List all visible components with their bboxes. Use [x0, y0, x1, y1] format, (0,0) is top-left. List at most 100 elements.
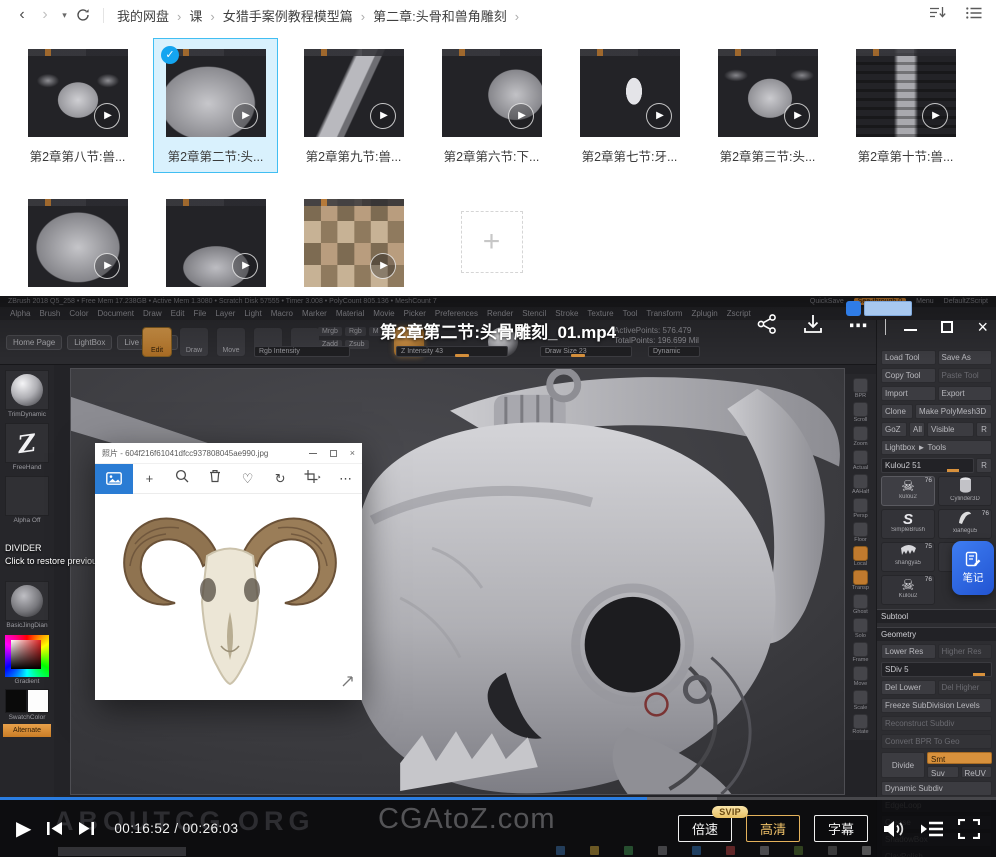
file-tile[interactable]: ▶ 第2章第九节:兽...: [291, 38, 416, 173]
tool-r-button[interactable]: R: [976, 458, 992, 473]
shelf-button[interactable]: Actual: [848, 450, 874, 471]
shelf-button[interactable]: Frame: [848, 642, 874, 663]
reuv-button[interactable]: ReUV: [961, 766, 993, 778]
file-name[interactable]: 第2章第二节:头...: [166, 146, 265, 165]
file-name[interactable]: 第2章第八节:兽...: [28, 146, 127, 165]
volume-icon[interactable]: [882, 819, 906, 839]
rotate-icon[interactable]: ↻: [264, 464, 297, 494]
video-thumbnail[interactable]: ▶: [166, 49, 266, 137]
maximize-icon[interactable]: [941, 321, 953, 333]
file-tile[interactable]: ▶ 第2章第三节:头...: [705, 38, 830, 173]
palette-button[interactable]: Dynamic Subdiv: [881, 781, 992, 796]
shelf-button[interactable]: Floor: [848, 522, 874, 543]
tool-item[interactable]: 75shangya5: [881, 542, 935, 572]
photo-collage-thumbnail[interactable]: ▶: [304, 199, 404, 287]
close-icon[interactable]: ×: [977, 320, 988, 334]
tool-item[interactable]: 76☠Kulou2: [881, 575, 935, 605]
file-tile-selected[interactable]: ✓ ▶ 第2章第二节:头...: [153, 38, 278, 173]
material-slot[interactable]: [5, 581, 49, 621]
shelf-button[interactable]: Rotate: [848, 714, 874, 735]
zoom-icon[interactable]: [166, 464, 199, 494]
previous-button[interactable]: [46, 821, 63, 836]
favorite-icon[interactable]: ♡: [231, 464, 264, 494]
import-button[interactable]: Import: [881, 386, 936, 401]
goz-button[interactable]: GoZ: [881, 422, 907, 437]
breadcrumb-item[interactable]: 课: [189, 6, 222, 25]
alternate-button[interactable]: Alternate: [3, 724, 51, 737]
file-tile[interactable]: ▶ 第2章第七节:牙...: [567, 38, 692, 173]
image-view-icon[interactable]: [95, 464, 133, 494]
maximize-icon[interactable]: [330, 450, 337, 457]
share-icon[interactable]: [756, 313, 778, 340]
export-button[interactable]: Export: [938, 386, 993, 401]
tool-item[interactable]: 76xiahegu5: [938, 509, 992, 539]
reconstruct-subdiv-button[interactable]: Reconstruct Subdiv: [881, 716, 992, 731]
shelf-button[interactable]: Zoom: [848, 426, 874, 447]
lightbox-tools-button[interactable]: Lightbox ► Tools: [881, 440, 992, 455]
file-tile[interactable]: ▶ 第2章第六节:下...: [429, 38, 554, 173]
brush-slot[interactable]: [5, 370, 49, 410]
selected-check-icon[interactable]: ✓: [161, 46, 179, 64]
subtitle-button[interactable]: 字幕: [814, 815, 868, 842]
file-tile[interactable]: ▶ 第2章第八节:兽...: [15, 38, 140, 173]
file-name[interactable]: 第2章第三节:头...: [718, 146, 817, 165]
video-thumbnail[interactable]: ▶: [28, 199, 128, 287]
video-thumbnail[interactable]: ▶: [442, 49, 542, 137]
shelf-button[interactable]: Local: [848, 546, 874, 567]
higher-res-button[interactable]: Higher Res: [938, 644, 993, 659]
convert-bpr-button[interactable]: Convert BPR To Geo: [881, 734, 992, 749]
geometry-section-header[interactable]: Geometry: [877, 627, 996, 641]
add-icon[interactable]: +: [133, 464, 166, 494]
shelf-button[interactable]: Ghost: [848, 594, 874, 615]
floating-widget[interactable]: [846, 301, 912, 316]
goz-visible-button[interactable]: Visible: [927, 422, 974, 437]
smt-toggle[interactable]: Smt: [927, 752, 992, 764]
color-swatches[interactable]: [5, 689, 49, 713]
more-icon[interactable]: ⋯: [329, 464, 362, 494]
expand-icon[interactable]: [342, 674, 353, 692]
file-name[interactable]: 第2章第九节:兽...: [304, 146, 403, 165]
delete-icon[interactable]: [198, 464, 231, 494]
shelf-button[interactable]: Move: [848, 666, 874, 687]
photo-viewer-titlebar[interactable]: 照片 - 604f216f61041dfcc937808045ae990.jpg…: [95, 443, 362, 464]
sort-icon[interactable]: [929, 5, 946, 25]
suv-toggle[interactable]: Suv: [927, 766, 959, 778]
video-thumbnail[interactable]: ▶: [580, 49, 680, 137]
clone-button[interactable]: Clone: [881, 404, 913, 419]
play-button[interactable]: ▶: [16, 819, 31, 839]
shelf-button[interactable]: Scroll: [848, 402, 874, 423]
subtool-section-header[interactable]: Subtool: [877, 609, 996, 623]
quality-button[interactable]: 高清: [746, 815, 800, 842]
shelf-button[interactable]: AAHalf: [848, 474, 874, 495]
alpha-slot[interactable]: [5, 476, 49, 516]
crop-icon[interactable]: [297, 464, 330, 494]
file-name[interactable]: 第2章第六节:下...: [442, 146, 541, 165]
video-thumbnail[interactable]: ▶: [304, 49, 404, 137]
file-name[interactable]: 第2章第七节:牙...: [580, 146, 679, 165]
history-dropdown-icon[interactable]: ▾: [60, 1, 69, 29]
tool-item[interactable]: Cylinder3D: [938, 476, 992, 506]
shelf-button[interactable]: BPR: [848, 378, 874, 399]
shelf-button[interactable]: Solo: [848, 618, 874, 639]
forward-icon[interactable]: ›: [37, 1, 53, 29]
shelf-button[interactable]: Scale: [848, 690, 874, 711]
list-view-icon[interactable]: [966, 6, 982, 25]
photo-viewer-window[interactable]: 照片 - 604f216f61041dfcc937808045ae990.jpg…: [95, 443, 362, 700]
copy-tool-button[interactable]: Copy Tool: [881, 368, 936, 383]
del-higher-button[interactable]: Del Higher: [938, 680, 993, 695]
divide-button[interactable]: Divide: [881, 752, 925, 778]
tool-item[interactable]: 76☠kulou2: [881, 476, 935, 506]
more-icon[interactable]: ⋯: [848, 315, 867, 338]
lower-res-button[interactable]: Lower Res: [881, 644, 936, 659]
video-thumbnail[interactable]: ▶: [166, 199, 266, 287]
playback-speed-button[interactable]: 倍速SVIP: [678, 815, 732, 842]
breadcrumb-item[interactable]: 第二章:头骨和兽角雕刻: [373, 6, 527, 25]
notes-button[interactable]: 笔记: [952, 541, 994, 595]
make-polymesh-button[interactable]: Make PolyMesh3D: [915, 404, 992, 419]
upload-plus-icon[interactable]: +: [461, 211, 523, 273]
active-tool-slider[interactable]: Kulou2 51: [881, 458, 974, 473]
shelf-button[interactable]: Transp: [848, 570, 874, 591]
goz-all-button[interactable]: All: [909, 422, 925, 437]
del-lower-button[interactable]: Del Lower: [881, 680, 936, 695]
fullscreen-icon[interactable]: [958, 819, 980, 839]
